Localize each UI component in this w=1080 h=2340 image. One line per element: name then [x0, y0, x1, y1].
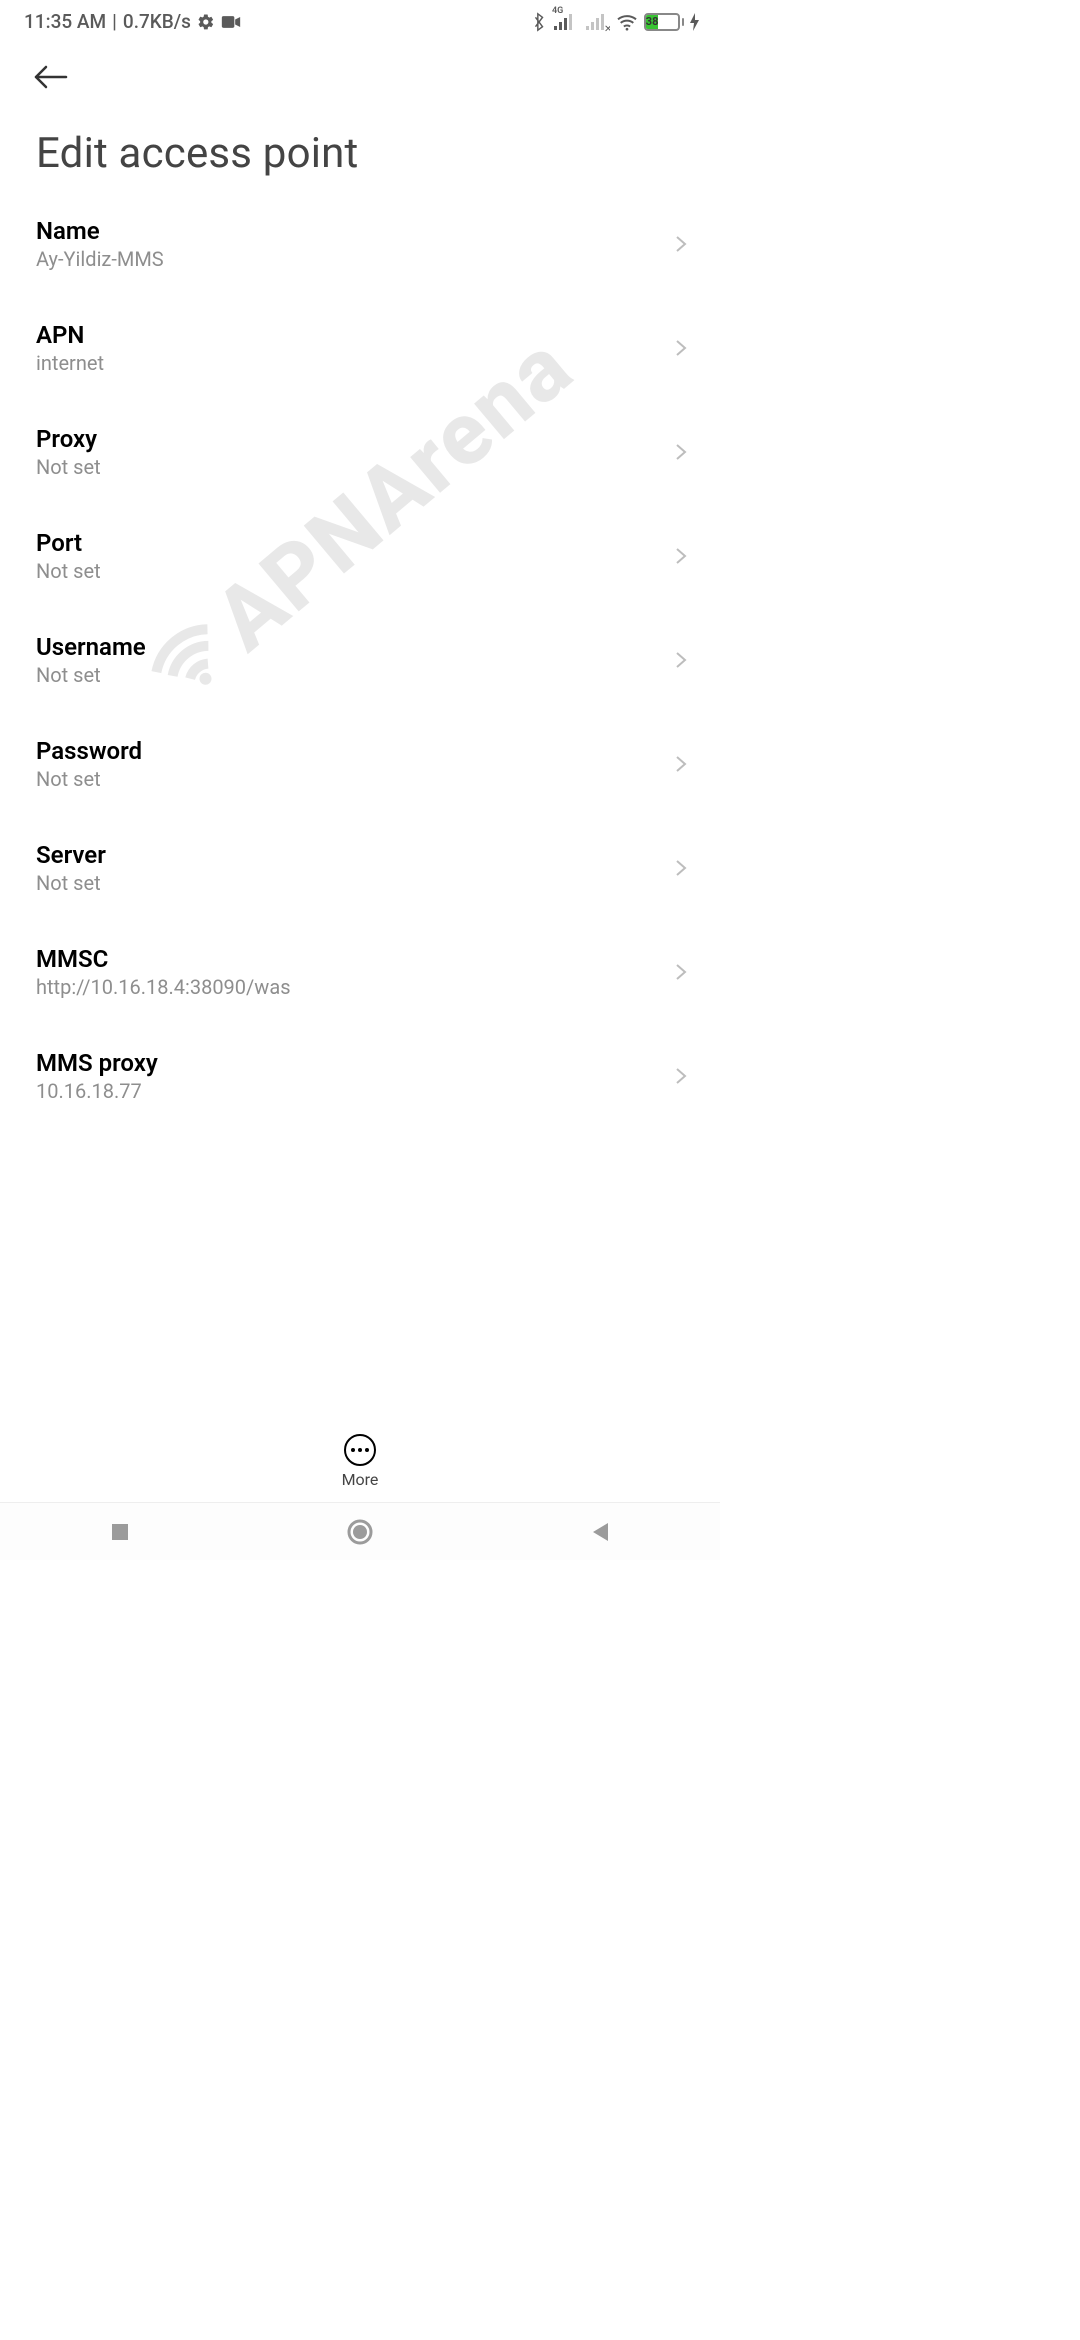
- setting-value: Not set: [36, 663, 672, 687]
- status-net-speed: 0.7KB/s: [123, 10, 191, 33]
- setting-value: Not set: [36, 455, 672, 479]
- setting-value: Not set: [36, 871, 672, 895]
- setting-row-name[interactable]: Name Ay-Yildiz-MMS: [0, 192, 720, 296]
- setting-value: Ay-Yildiz-MMS: [36, 247, 672, 271]
- chevron-right-icon: [672, 235, 690, 253]
- setting-value: internet: [36, 351, 672, 375]
- chevron-right-icon: [672, 859, 690, 877]
- setting-row-username[interactable]: Username Not set: [0, 608, 720, 712]
- more-icon: [344, 1434, 376, 1466]
- setting-row-proxy[interactable]: Proxy Not set: [0, 400, 720, 504]
- setting-label: APN: [36, 321, 672, 349]
- battery-percent: 38: [646, 15, 658, 29]
- setting-row-apn[interactable]: APN internet: [0, 296, 720, 400]
- battery-icon: 38: [644, 13, 684, 31]
- setting-value: 10.16.18.77: [36, 1079, 672, 1103]
- signal-4g-icon: 4G: [552, 12, 578, 32]
- bottom-action-bar: More: [0, 1420, 720, 1502]
- chevron-right-icon: [672, 1067, 690, 1085]
- status-left: 11:35 AM | 0.7KB/s: [24, 10, 241, 33]
- chevron-right-icon: [672, 443, 690, 461]
- settings-list[interactable]: Name Ay-Yildiz-MMS APN internet Proxy No…: [0, 192, 720, 1420]
- chevron-right-icon: [672, 339, 690, 357]
- status-right: 4G ✕ 38: [532, 12, 700, 32]
- status-bar: 11:35 AM | 0.7KB/s 4G ✕ 38: [0, 0, 720, 39]
- setting-label: Proxy: [36, 425, 672, 453]
- more-button[interactable]: More: [342, 1434, 379, 1489]
- chevron-right-icon: [672, 547, 690, 565]
- wifi-icon: [616, 13, 638, 31]
- nav-back-button[interactable]: [540, 1521, 660, 1543]
- setting-label: Name: [36, 217, 672, 245]
- setting-label: Server: [36, 841, 672, 869]
- setting-label: MMS proxy: [36, 1049, 672, 1077]
- nav-recent-button[interactable]: [60, 1522, 180, 1542]
- charging-icon: [690, 13, 700, 31]
- more-label: More: [342, 1470, 379, 1489]
- status-time: 11:35 AM: [24, 10, 106, 33]
- setting-label: Port: [36, 529, 672, 557]
- setting-row-mmsc[interactable]: MMSC http://10.16.18.4:38090/was: [0, 920, 720, 1024]
- back-button[interactable]: [34, 74, 68, 93]
- setting-label: Username: [36, 633, 672, 661]
- setting-value: http://10.16.18.4:38090/was: [36, 975, 672, 999]
- app-bar: [0, 39, 720, 103]
- signal-no-sim-icon: ✕: [584, 12, 610, 32]
- setting-row-port[interactable]: Port Not set: [0, 504, 720, 608]
- setting-label: MMSC: [36, 945, 672, 973]
- setting-row-mms-proxy[interactable]: MMS proxy 10.16.18.77: [0, 1024, 720, 1128]
- nav-home-button[interactable]: [300, 1519, 420, 1545]
- setting-row-password[interactable]: Password Not set: [0, 712, 720, 816]
- gear-icon: [197, 13, 215, 31]
- setting-label: Password: [36, 737, 672, 765]
- status-separator: |: [112, 10, 117, 33]
- svg-text:✕: ✕: [604, 24, 610, 32]
- video-camera-icon: [221, 15, 241, 29]
- system-nav-bar: [0, 1502, 720, 1560]
- setting-value: Not set: [36, 559, 672, 583]
- page-title: Edit access point: [0, 103, 720, 204]
- chevron-right-icon: [672, 651, 690, 669]
- chevron-right-icon: [672, 755, 690, 773]
- bluetooth-icon: [532, 12, 546, 32]
- setting-row-server[interactable]: Server Not set: [0, 816, 720, 920]
- setting-value: Not set: [36, 767, 672, 791]
- chevron-right-icon: [672, 963, 690, 981]
